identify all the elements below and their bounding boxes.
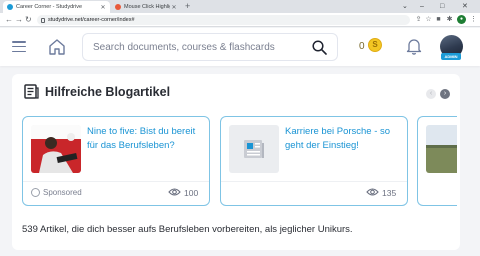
menu-hamburger-icon[interactable] <box>12 41 26 52</box>
lock-icon <box>41 17 45 23</box>
forward-icon[interactable]: → <box>15 15 23 25</box>
maximize-button[interactable]: □ <box>440 1 444 12</box>
home-icon[interactable] <box>48 38 66 56</box>
search-box[interactable] <box>82 33 338 61</box>
bookmark-star-icon[interactable]: ☆ <box>424 15 433 24</box>
article-footer: Sponsored 100 <box>23 181 209 205</box>
tab-mouse-click-highlighter[interactable]: Mouse Click Highlighter mit b... ✕ <box>111 1 181 13</box>
browser-menu-icon[interactable]: ⋮ <box>469 15 478 24</box>
tab-title: Mouse Click Highlighter mit b... <box>124 4 170 10</box>
article-footer: 135 <box>221 181 407 205</box>
browser-tabstrip: Career Corner - Studydrive ✕ Mouse Click… <box>0 0 480 13</box>
studydrive-favicon-icon <box>7 4 13 10</box>
extension-icon[interactable]: ■ <box>434 15 443 24</box>
minimize-button[interactable]: – <box>420 1 424 12</box>
tab-career-corner[interactable]: Career Corner - Studydrive ✕ <box>3 1 110 13</box>
article-thumbnail-placeholder <box>229 125 279 173</box>
eye-icon <box>168 188 181 196</box>
notification-bell-icon[interactable] <box>406 38 422 55</box>
tab-search-icon[interactable]: ⌄ <box>402 1 408 12</box>
coin-count: 0 <box>359 41 365 52</box>
article-card[interactable] <box>417 116 457 206</box>
section-footer-text: 539 Artikel, die dich besser aufs Berufs… <box>22 224 353 235</box>
article-thumbnail <box>426 125 457 173</box>
url-text: studydrive.net/career-corner/index# <box>48 17 135 23</box>
info-icon <box>31 188 40 197</box>
site-header: 0 S ADMIN <box>0 28 480 66</box>
back-icon[interactable]: ← <box>5 15 13 25</box>
sponsored-label: Sponsored <box>43 188 82 197</box>
browser-toolbar: ← → ↻ studydrive.net/career-corner/index… <box>0 13 480 27</box>
article-card[interactable]: Karriere bei Porsche - so geht der Einst… <box>220 116 408 206</box>
article-card[interactable]: Nine to five: Bist du bereit für das Ber… <box>22 116 210 206</box>
search-icon[interactable] <box>312 40 327 55</box>
section-header: Hilfreiche Blogartikel <box>24 84 170 99</box>
carousel-prev-button[interactable]: ‹ <box>426 89 436 99</box>
new-tab-button[interactable]: + <box>185 1 190 12</box>
tab-close-icon[interactable]: ✕ <box>170 4 178 11</box>
carousel-next-button[interactable]: › <box>440 89 450 99</box>
search-input[interactable] <box>93 41 303 53</box>
article-thumbnail <box>31 125 81 173</box>
newspaper-icon <box>24 84 39 99</box>
puzzle-extensions-icon[interactable]: ✱ <box>445 15 454 24</box>
view-count: 135 <box>382 188 397 198</box>
section-title: Hilfreiche Blogartikel <box>45 84 171 99</box>
article-title[interactable]: Karriere bei Porsche - so geht der Einst… <box>285 125 401 152</box>
window-close-button[interactable]: ✕ <box>462 1 468 12</box>
blog-articles-section: Hilfreiche Blogartikel ‹ › Nine to five:… <box>12 74 460 250</box>
browser-profile-avatar[interactable]: ● <box>457 15 466 24</box>
reload-icon[interactable]: ↻ <box>25 15 32 25</box>
tab-close-icon[interactable]: ✕ <box>99 4 107 11</box>
article-title[interactable]: Nine to five: Bist du bereit für das Ber… <box>87 125 203 152</box>
document-placeholder-icon <box>244 140 264 158</box>
tab-title: Career Corner - Studydrive <box>16 4 83 10</box>
extension-favicon-icon <box>115 4 121 10</box>
admin-badge: ADMIN <box>441 53 461 60</box>
eye-icon <box>366 188 379 196</box>
share-icon[interactable]: ⇪ <box>414 15 423 24</box>
coin-icon[interactable]: S <box>368 38 382 52</box>
view-count: 100 <box>184 188 199 198</box>
address-bar[interactable]: studydrive.net/career-corner/index# <box>37 15 410 25</box>
